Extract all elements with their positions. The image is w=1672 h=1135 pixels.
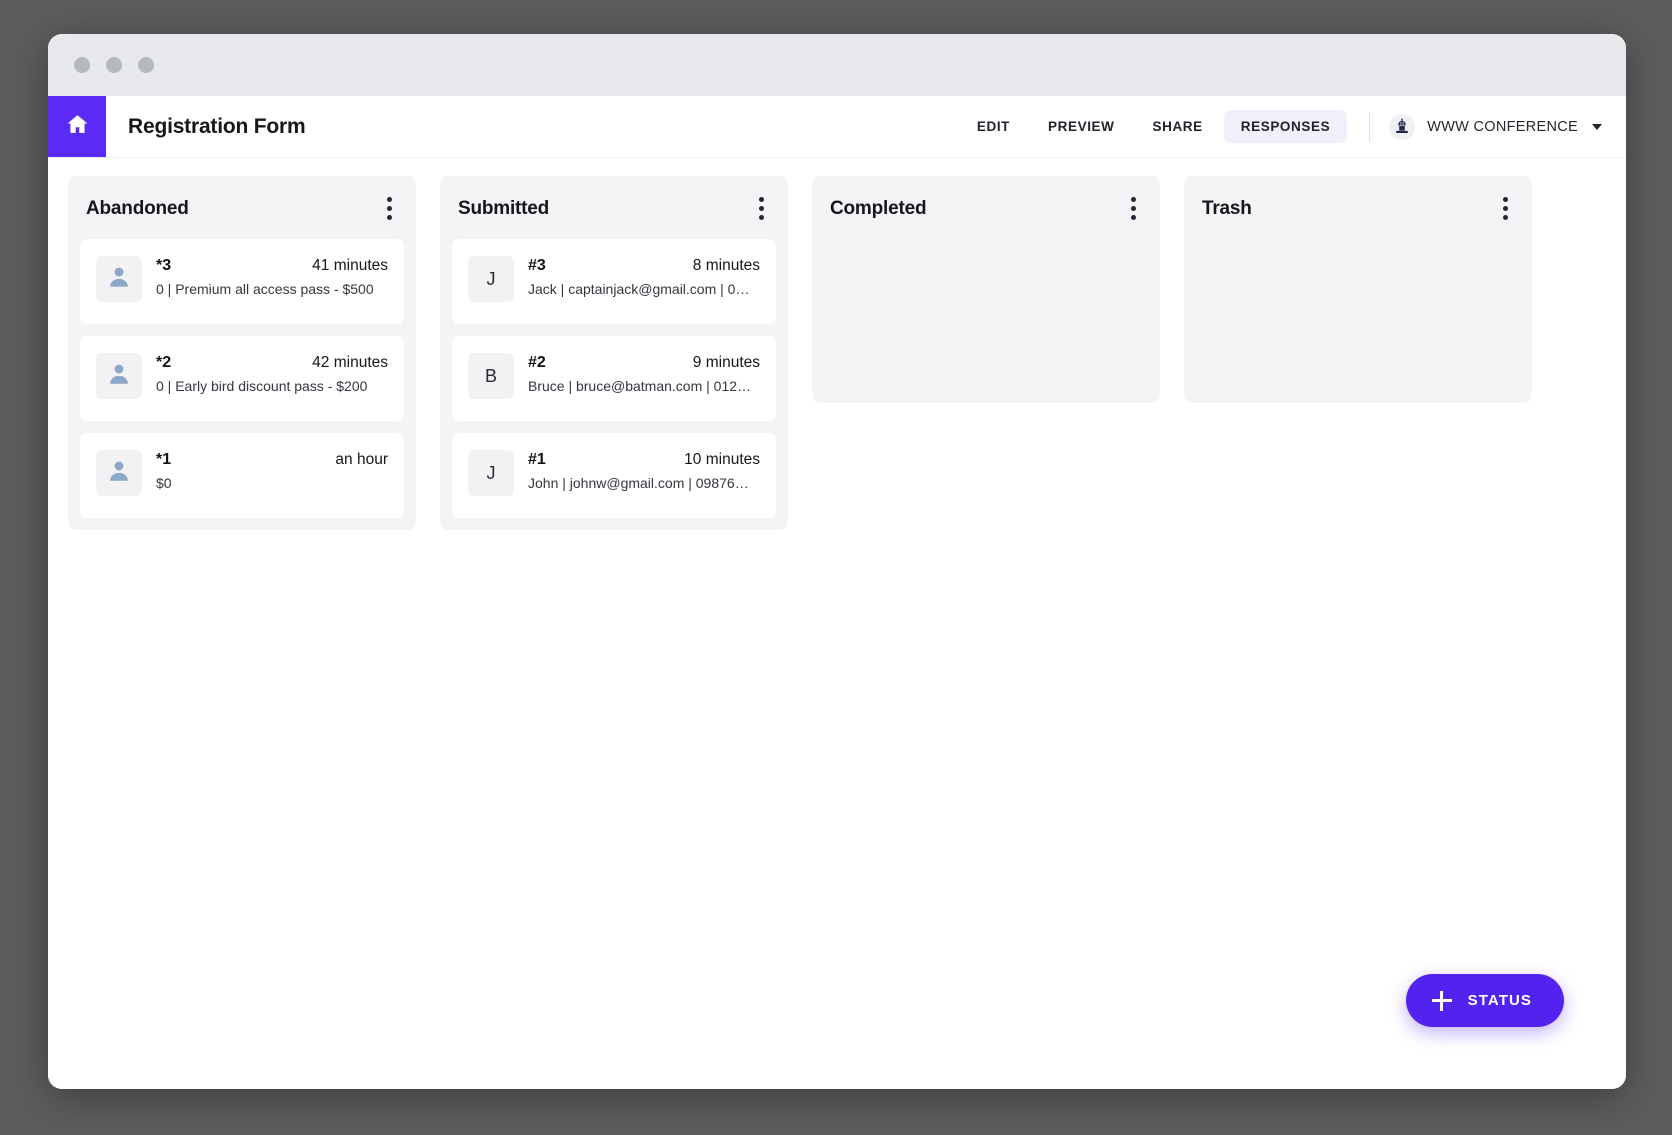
list-item[interactable]: J #3 8 minutes Jack | captainjack@gmail.… bbox=[452, 239, 776, 324]
column-cards-empty bbox=[812, 239, 1160, 391]
column-title: Trash bbox=[1202, 198, 1252, 220]
card-id: *2 bbox=[156, 354, 171, 372]
plus-icon bbox=[1432, 991, 1452, 1011]
add-status-label: STATUS bbox=[1468, 992, 1532, 1009]
main-nav: EDIT PREVIEW SHARE RESPONSES bbox=[960, 96, 1626, 157]
nav-tab-preview[interactable]: PREVIEW bbox=[1031, 110, 1131, 143]
card-time: 10 minutes bbox=[684, 451, 760, 469]
person-icon bbox=[106, 264, 132, 295]
column-cards-empty bbox=[1184, 239, 1532, 391]
card-time: 8 minutes bbox=[693, 257, 760, 275]
card-time: 9 minutes bbox=[693, 354, 760, 372]
column-header: Completed bbox=[812, 176, 1160, 239]
card-id: #3 bbox=[528, 257, 546, 275]
nav-tab-share[interactable]: SHARE bbox=[1136, 110, 1220, 143]
person-icon bbox=[106, 361, 132, 392]
column-title: Completed bbox=[830, 198, 926, 220]
org-name-label: WWW CONFERENCE bbox=[1427, 119, 1578, 135]
column-title: Abandoned bbox=[86, 198, 189, 220]
nav-tab-responses[interactable]: RESPONSES bbox=[1224, 110, 1347, 143]
avatar bbox=[96, 256, 142, 302]
card-subtitle: John | johnw@gmail.com | 09876… bbox=[528, 475, 760, 491]
list-item[interactable]: B #2 9 minutes Bruce | bruce@batman.com … bbox=[452, 336, 776, 421]
nav-divider bbox=[1369, 112, 1370, 142]
org-switcher[interactable]: WWW CONFERENCE bbox=[1388, 113, 1604, 141]
avatar: J bbox=[468, 256, 514, 302]
kebab-menu-icon[interactable] bbox=[753, 193, 770, 224]
page-title: Registration Form bbox=[106, 96, 305, 157]
column-header: Trash bbox=[1184, 176, 1532, 239]
list-item[interactable]: *2 42 minutes 0 | Early bird discount pa… bbox=[80, 336, 404, 421]
add-status-button[interactable]: STATUS bbox=[1406, 974, 1564, 1027]
app-header: Registration Form EDIT PREVIEW SHARE RES… bbox=[48, 96, 1626, 158]
kebab-menu-icon[interactable] bbox=[1497, 193, 1514, 224]
column-abandoned: Abandoned *3 41 minutes bbox=[68, 176, 416, 530]
window-close-dot[interactable] bbox=[74, 57, 90, 73]
list-item[interactable]: *1 an hour $0 bbox=[80, 433, 404, 518]
kebab-menu-icon[interactable] bbox=[1125, 193, 1142, 224]
column-cards: J #3 8 minutes Jack | captainjack@gmail.… bbox=[440, 239, 788, 518]
home-icon bbox=[65, 112, 90, 142]
kebab-menu-icon[interactable] bbox=[381, 193, 398, 224]
card-subtitle: Jack | captainjack@gmail.com | 0… bbox=[528, 281, 760, 297]
window-maximize-dot[interactable] bbox=[138, 57, 154, 73]
nav-tab-edit[interactable]: EDIT bbox=[960, 110, 1027, 143]
home-button[interactable] bbox=[48, 96, 106, 157]
avatar: B bbox=[468, 353, 514, 399]
card-subtitle: $0 bbox=[156, 475, 388, 491]
page-root: Registration Form EDIT PREVIEW SHARE RES… bbox=[0, 0, 1672, 1135]
column-trash: Trash bbox=[1184, 176, 1532, 403]
card-id: *3 bbox=[156, 257, 171, 275]
column-cards: *3 41 minutes 0 | Premium all access pas… bbox=[68, 239, 416, 518]
card-time: 42 minutes bbox=[312, 354, 388, 372]
list-item[interactable]: *3 41 minutes 0 | Premium all access pas… bbox=[80, 239, 404, 324]
list-item[interactable]: J #1 10 minutes John | johnw@gmail.com |… bbox=[452, 433, 776, 518]
card-subtitle: 0 | Premium all access pass - $500 bbox=[156, 281, 388, 297]
column-completed: Completed bbox=[812, 176, 1160, 403]
person-icon bbox=[106, 458, 132, 489]
card-id: *1 bbox=[156, 451, 171, 469]
window-minimize-dot[interactable] bbox=[106, 57, 122, 73]
avatar: J bbox=[468, 450, 514, 496]
chevron-down-icon bbox=[1592, 124, 1602, 130]
avatar bbox=[96, 353, 142, 399]
column-header: Abandoned bbox=[68, 176, 416, 239]
window-titlebar bbox=[48, 34, 1626, 96]
podium-icon bbox=[1388, 113, 1416, 141]
column-title: Submitted bbox=[458, 198, 549, 220]
column-header: Submitted bbox=[440, 176, 788, 239]
card-subtitle: Bruce | bruce@batman.com | 012… bbox=[528, 378, 760, 394]
card-subtitle: 0 | Early bird discount pass - $200 bbox=[156, 378, 388, 394]
card-time: 41 minutes bbox=[312, 257, 388, 275]
card-id: #2 bbox=[528, 354, 546, 372]
card-id: #1 bbox=[528, 451, 546, 469]
column-submitted: Submitted J #3 8 minutes Jack | captainj… bbox=[440, 176, 788, 530]
avatar bbox=[96, 450, 142, 496]
kanban-board: Abandoned *3 41 minutes bbox=[48, 158, 1626, 1089]
browser-window: Registration Form EDIT PREVIEW SHARE RES… bbox=[48, 34, 1626, 1089]
card-time: an hour bbox=[335, 451, 388, 469]
